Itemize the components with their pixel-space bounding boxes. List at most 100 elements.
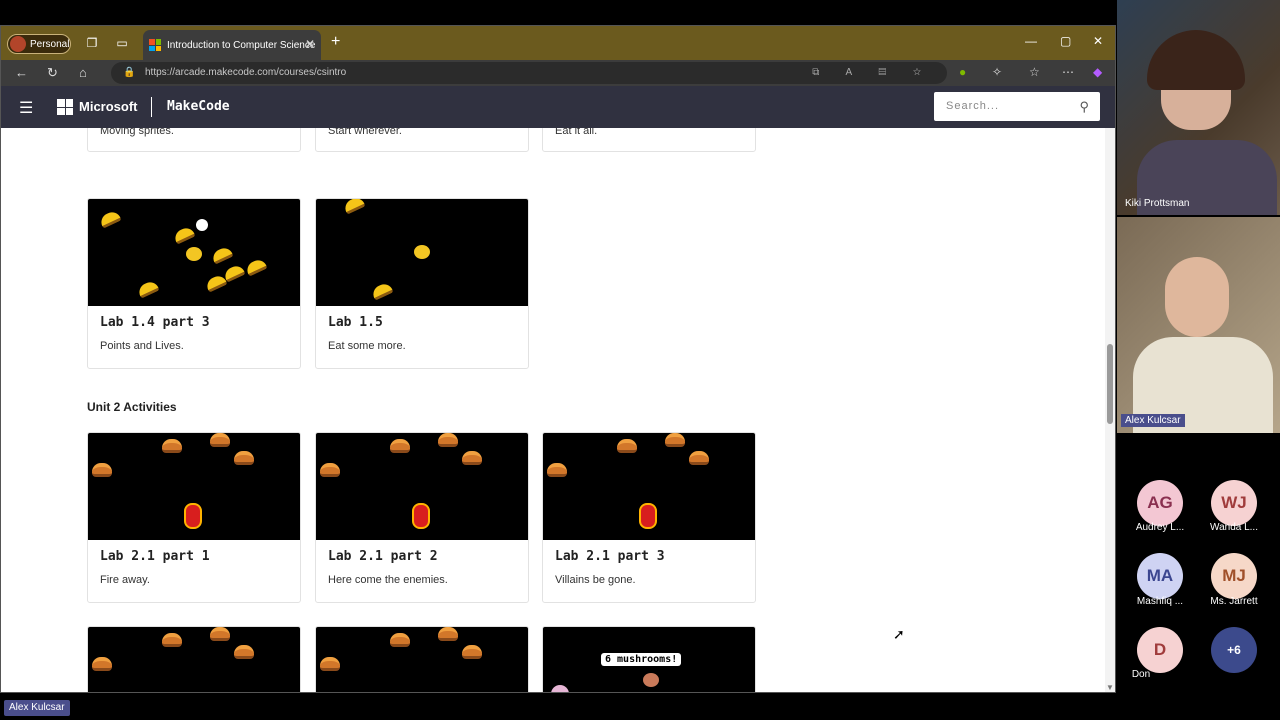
participant-avatar[interactable]: MJ xyxy=(1211,553,1257,599)
burger-sprite xyxy=(92,463,112,477)
profile-button[interactable]: Personal xyxy=(7,34,71,54)
participant-initials: AG xyxy=(1147,493,1173,512)
burger-sprite xyxy=(438,433,458,447)
taco-sprite xyxy=(244,257,268,277)
copilot-icon[interactable]: ◆ xyxy=(1093,65,1102,79)
tab-close-icon[interactable]: ✕ xyxy=(305,37,315,51)
burger-sprite xyxy=(438,627,458,641)
card-partial[interactable]: Moving sprites. xyxy=(87,128,301,152)
lab-card[interactable]: Lab 1.5 Eat some more. xyxy=(315,198,529,369)
plus-icon[interactable]: + xyxy=(331,33,340,51)
burger-sprite xyxy=(462,451,482,465)
burger-sprite xyxy=(210,433,230,447)
page-scrollbar[interactable]: ▼ xyxy=(1105,128,1115,692)
burger-sprite xyxy=(92,657,112,671)
participant-initials: MJ xyxy=(1222,566,1246,585)
card-thumbnail xyxy=(316,627,528,692)
duck-sprite xyxy=(414,245,430,259)
participant-avatar[interactable]: D xyxy=(1137,627,1183,673)
makecode-header: ☰ Microsoft MakeCode Search... ⚲ xyxy=(1,86,1115,128)
card-partial[interactable]: Eat it all. xyxy=(542,128,756,152)
card-desc: Villains be gone. xyxy=(555,574,636,586)
card-thumbnail xyxy=(316,199,528,306)
maximize-icon[interactable]: ▢ xyxy=(1060,34,1071,48)
duck-sprite xyxy=(186,247,202,261)
card-thumbnail: 6 mushrooms! xyxy=(543,627,755,692)
lab-card[interactable]: Lab 2.1 part 3 Villains be gone. xyxy=(542,432,756,603)
burger-sprite xyxy=(390,633,410,647)
participant-initials: D xyxy=(1153,640,1167,659)
profile-label: Personal xyxy=(30,38,70,50)
microsoft-logo-icon[interactable] xyxy=(57,99,73,115)
search-placeholder: Search... xyxy=(946,100,1000,112)
brand-label[interactable]: Microsoft xyxy=(79,99,138,114)
scrollbar-thumb[interactable] xyxy=(1107,344,1113,424)
workspaces-icon[interactable]: ❐ xyxy=(85,36,99,50)
participant-name: Alex Kulcsar xyxy=(1121,414,1185,427)
favorites-icon[interactable]: ☆ xyxy=(1029,65,1040,79)
card-thumbnail xyxy=(316,433,528,540)
taco-sprite xyxy=(98,209,122,229)
lab-card[interactable] xyxy=(87,626,301,692)
refresh-icon[interactable]: ↻ xyxy=(47,66,58,80)
participant-avatar[interactable]: WJ xyxy=(1211,480,1257,526)
burger-sprite xyxy=(234,645,254,659)
card-title: Lab 2.1 part 2 xyxy=(328,549,438,564)
character-sprite xyxy=(643,673,659,687)
home-icon[interactable]: ⌂ xyxy=(79,66,87,80)
tab-title: Introduction to Computer Science xyxy=(167,39,316,51)
scroll-down-icon[interactable]: ▼ xyxy=(1106,683,1114,692)
participant-video[interactable]: Alex Kulcsar xyxy=(1117,217,1280,433)
participant-avatar[interactable]: AG xyxy=(1137,480,1183,526)
card-partial[interactable]: Start wherever. xyxy=(315,128,529,152)
burger-sprite xyxy=(320,657,340,671)
header-divider xyxy=(151,97,152,117)
burger-sprite xyxy=(162,439,182,453)
close-icon[interactable]: ✕ xyxy=(1093,34,1103,48)
skull-sprite xyxy=(196,219,208,231)
taco-sprite xyxy=(342,199,366,215)
card-desc: Fire away. xyxy=(100,574,150,586)
tab-active[interactable]: Introduction to Computer Science ✕ xyxy=(143,30,321,60)
lab-card[interactable]: Lab 2.1 part 2 Here come the enemies. xyxy=(315,432,529,603)
burger-sprite xyxy=(162,633,182,647)
address-bar-row: ← ↻ ⌂ 🔒 https://arcade.makecode.com/cour… xyxy=(1,60,1115,86)
participant-label: Wanda L... xyxy=(1210,522,1258,533)
more-icon[interactable]: ⋯ xyxy=(1062,65,1074,79)
lab-card[interactable] xyxy=(315,626,529,692)
card-thumbnail xyxy=(88,433,300,540)
card-title: Lab 2.1 part 3 xyxy=(555,549,665,564)
card-desc: Start wherever. xyxy=(328,128,402,137)
menu-icon[interactable]: ☰ xyxy=(19,98,33,118)
participant-initials: MA xyxy=(1146,566,1174,585)
taco-sprite xyxy=(136,279,160,299)
search-input[interactable]: Search... ⚲ xyxy=(934,92,1100,121)
burger-sprite xyxy=(320,463,340,477)
burger-sprite xyxy=(390,439,410,453)
more-participants-button[interactable]: +6 xyxy=(1211,627,1257,673)
taco-sprite xyxy=(370,281,394,301)
participant-hair xyxy=(1147,30,1245,90)
address-bar[interactable]: 🔒 https://arcade.makecode.com/courses/cs… xyxy=(111,62,947,84)
address-bar-icons[interactable]: ⧉ A ▤ ☆ xyxy=(812,62,933,84)
player-ship-sprite xyxy=(184,503,202,529)
participant-name: Kiki Prottsman xyxy=(1125,198,1190,209)
lab-card[interactable]: 6 mushrooms! xyxy=(542,626,756,692)
participant-label: Don xyxy=(1131,669,1151,680)
tab-actions-icon[interactable]: ▭ xyxy=(115,36,129,50)
extension-icon[interactable]: ● xyxy=(959,65,966,79)
back-icon[interactable]: ← xyxy=(15,66,28,80)
burger-sprite xyxy=(547,463,567,477)
search-icon[interactable]: ⚲ xyxy=(1079,92,1090,121)
lab-card[interactable]: Lab 1.4 part 3 Points and Lives. xyxy=(87,198,301,369)
participant-avatar[interactable]: MA xyxy=(1137,553,1183,599)
card-thumbnail xyxy=(543,433,755,540)
lab-card[interactable]: Lab 2.1 part 1 Fire away. xyxy=(87,432,301,603)
participant-video[interactable]: Kiki Prottsman xyxy=(1117,0,1280,215)
player-ship-sprite xyxy=(639,503,657,529)
card-desc: Here come the enemies. xyxy=(328,574,448,586)
product-label[interactable]: MakeCode xyxy=(167,99,230,114)
profile-avatar xyxy=(10,36,26,52)
minimize-icon[interactable]: — xyxy=(1025,34,1037,48)
extensions-puzzle-icon[interactable]: ✧ xyxy=(992,65,1002,79)
